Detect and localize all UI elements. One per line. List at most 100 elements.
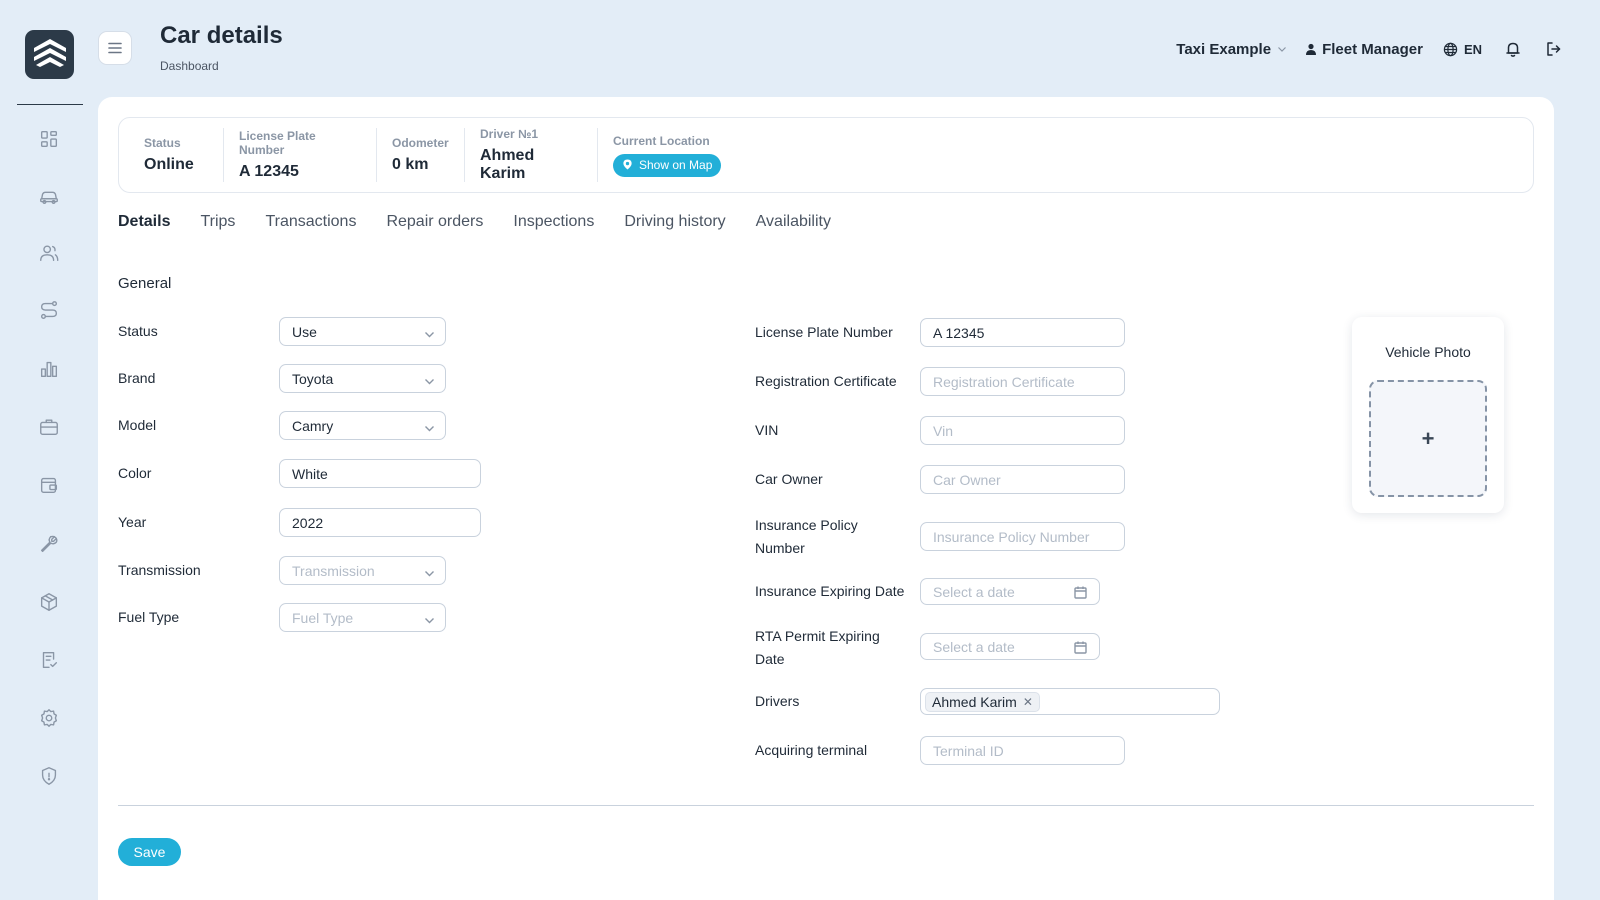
logout-button[interactable] (1544, 40, 1562, 58)
transmission-select[interactable]: Transmission (279, 556, 446, 585)
drivers-multiselect[interactable]: Ahmed Karim ✕ (920, 688, 1220, 715)
company-name: Taxi Example (1176, 40, 1272, 58)
briefcase-icon[interactable] (36, 414, 62, 440)
driver-tag-label: Ahmed Karim (932, 693, 1017, 710)
package-icon[interactable] (36, 589, 62, 615)
users-icon[interactable] (36, 240, 62, 266)
chevron-down-icon (425, 426, 434, 432)
shield-icon[interactable] (36, 763, 62, 789)
tab-driving-history[interactable]: Driving history (624, 213, 725, 231)
color-input[interactable]: White (279, 459, 481, 488)
brand-select[interactable]: Toyota (279, 364, 446, 393)
vehicle-photo-title: Vehicle Photo (1385, 344, 1471, 360)
rta-date-label: RTA Permit Expiring Date (755, 628, 880, 667)
terminal-placeholder: Terminal ID (933, 742, 1004, 759)
tab-repair-orders[interactable]: Repair orders (386, 213, 483, 231)
fuel-type-select[interactable]: Fuel Type (279, 603, 446, 632)
tab-transactions[interactable]: Transactions (265, 213, 356, 231)
summary-odometer-label: Odometer (392, 136, 449, 150)
language-selector[interactable]: EN (1443, 42, 1482, 57)
summary-location: Current Location Show on Map (598, 128, 736, 182)
terminal-label: Acquiring terminal (755, 742, 868, 758)
fuel-type-label: Fuel Type (118, 609, 180, 625)
menu-toggle-button[interactable] (98, 31, 132, 65)
plate-input[interactable]: A 12345 (920, 318, 1125, 347)
car-icon[interactable] (36, 183, 62, 209)
brand-select-value: Toyota (292, 370, 334, 387)
analytics-icon[interactable] (36, 356, 62, 382)
user-menu[interactable]: Fleet Manager (1305, 41, 1423, 58)
user-icon (1306, 43, 1317, 55)
summary-odometer: Odometer 0 km (377, 128, 465, 182)
model-select[interactable]: Camry (279, 411, 446, 440)
app-logo[interactable] (25, 30, 74, 79)
chevron-down-icon (1278, 47, 1286, 52)
vin-label: VIN (755, 422, 779, 438)
rta-date-picker[interactable]: Select a date (920, 633, 1100, 660)
tab-trips[interactable]: Trips (200, 213, 235, 231)
notifications-button[interactable] (1504, 40, 1522, 58)
summary-status-label: Status (144, 136, 181, 150)
plate-label: License Plate Number (755, 324, 893, 340)
registration-placeholder: Registration Certificate (933, 373, 1075, 390)
insurance-label: Insurance Policy Number (755, 517, 858, 556)
insurance-input[interactable]: Insurance Policy Number (920, 522, 1125, 551)
hamburger-icon (108, 42, 122, 54)
insurance-date-placeholder: Select a date (933, 583, 1015, 600)
brand-label: Brand (118, 370, 156, 386)
user-name: Fleet Manager (1322, 40, 1423, 58)
year-label: Year (118, 514, 147, 530)
registration-label: Registration Certificate (755, 373, 897, 389)
show-on-map-button[interactable]: Show on Map (613, 153, 722, 177)
settings-icon[interactable] (36, 705, 62, 731)
year-input[interactable]: 2022 (279, 508, 481, 537)
summary-plate: License Plate Number A 12345 (224, 128, 377, 182)
page-title: Car details (160, 22, 283, 49)
color-input-value: White (292, 465, 328, 482)
company-selector[interactable]: Taxi Example (1176, 41, 1287, 58)
footer-divider (118, 805, 1534, 806)
chevron-down-icon (425, 571, 434, 577)
save-button[interactable]: Save (118, 838, 181, 866)
status-select[interactable]: Use (279, 317, 446, 346)
vin-input[interactable]: Vin (920, 416, 1125, 445)
year-input-value: 2022 (292, 514, 324, 531)
vehicle-photo-upload[interactable]: + (1369, 380, 1487, 497)
wrench-icon[interactable] (36, 531, 62, 557)
section-title-general: General (118, 275, 172, 292)
route-icon[interactable] (36, 297, 62, 323)
globe-icon (1443, 42, 1458, 56)
transmission-label: Transmission (118, 562, 201, 578)
tab-availability[interactable]: Availability (756, 213, 831, 231)
transmission-placeholder: Transmission (292, 562, 375, 579)
status-select-value: Use (292, 323, 317, 340)
car-summary-bar: Status Online License Plate Number A 123… (118, 117, 1534, 193)
show-on-map-label: Show on Map (639, 157, 713, 172)
bell-icon (1506, 42, 1520, 57)
status-label: Status (118, 323, 158, 339)
plate-input-value: A 12345 (933, 324, 985, 341)
logout-icon (1547, 42, 1561, 56)
summary-driver-label: Driver №1 (480, 127, 539, 141)
summary-odometer-value: 0 km (392, 156, 429, 173)
insurance-date-picker[interactable]: Select a date (920, 578, 1100, 605)
sidebar-divider (17, 104, 83, 105)
wallet-icon[interactable] (36, 472, 62, 498)
calendar-icon (1074, 641, 1087, 654)
dashboard-icon[interactable] (36, 126, 62, 152)
breadcrumb[interactable]: Dashboard (160, 59, 219, 73)
map-pin-icon (623, 159, 632, 170)
insurance-date-label: Insurance Expiring Date (755, 583, 905, 599)
tab-inspections[interactable]: Inspections (513, 213, 594, 231)
summary-status: Status Online (119, 128, 224, 182)
registration-input[interactable]: Registration Certificate (920, 367, 1125, 396)
checklist-icon[interactable] (36, 647, 62, 673)
remove-driver-icon[interactable]: ✕ (1023, 695, 1033, 709)
sidebar (0, 0, 96, 900)
tab-details[interactable]: Details (118, 213, 170, 231)
summary-plate-value: A 12345 (239, 163, 299, 180)
owner-input[interactable]: Car Owner (920, 465, 1125, 494)
terminal-input[interactable]: Terminal ID (920, 736, 1125, 765)
chevron-down-icon (425, 618, 434, 624)
details-tabs: Details Trips Transactions Repair orders… (118, 213, 831, 231)
